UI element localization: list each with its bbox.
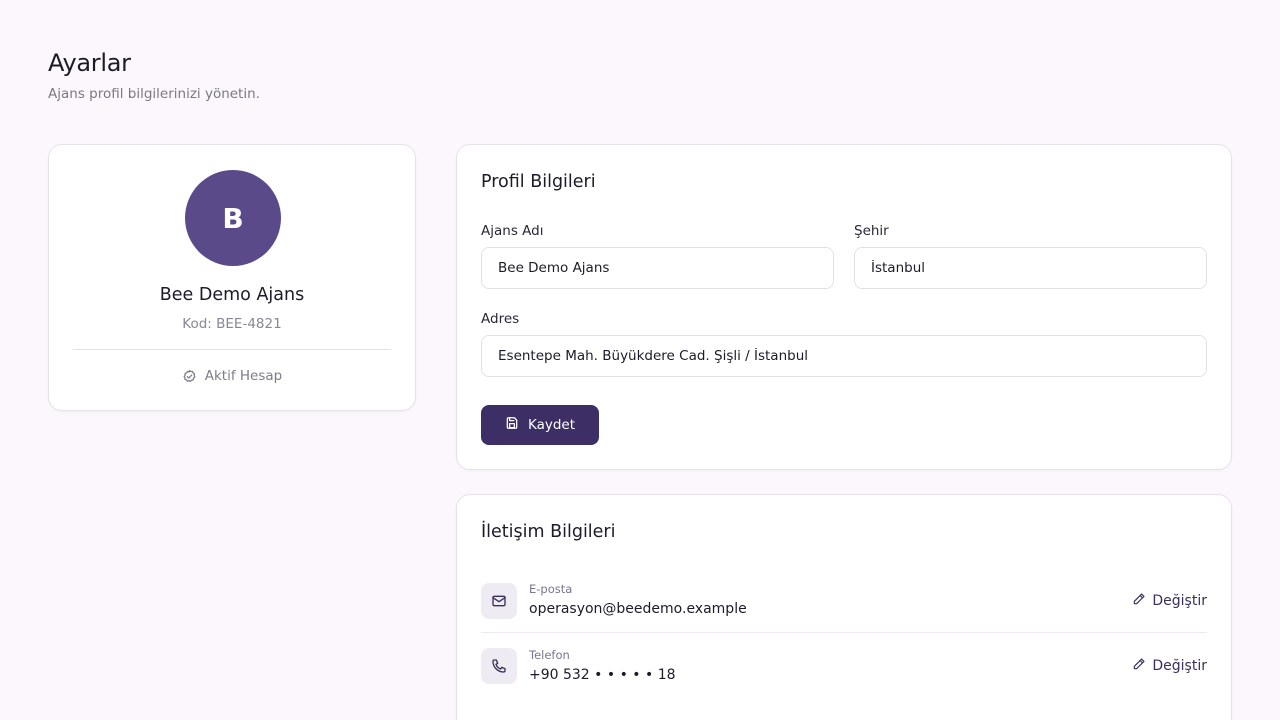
profile-info-card: Profil Bilgileri Ajans Adı Şehir Adres K… (456, 144, 1232, 470)
address-input[interactable] (481, 335, 1207, 377)
save-icon (505, 416, 519, 434)
pencil-icon (1132, 592, 1146, 610)
agency-name-input[interactable] (481, 247, 834, 289)
address-label: Adres (481, 311, 520, 327)
save-button-label: Kaydet (527, 417, 576, 433)
email-value: operasyon@beedemo.example (529, 601, 747, 617)
profile-code: Kod: BEE-4821 (182, 316, 282, 332)
mail-icon (481, 582, 517, 619)
save-button[interactable]: Kaydet (481, 405, 599, 445)
change-phone-button[interactable]: Değiştir (1132, 657, 1207, 675)
profile-summary-card: B Bee Demo Ajans Kod: BEE-4821 Aktif Hes… (48, 144, 416, 411)
account-status-label: Aktif Hesap (204, 368, 283, 384)
change-email-label: Değiştir (1152, 592, 1207, 609)
contact-info-title: İletişim Bilgileri (481, 522, 616, 542)
page-title: Ayarlar (48, 49, 131, 77)
email-label: E-posta (529, 582, 573, 596)
change-phone-label: Değiştir (1152, 658, 1207, 674)
profile-name: Bee Demo Ajans (159, 285, 305, 305)
phone-row: Telefon +90 532 • • • • • 18 Değiştir (481, 634, 1207, 698)
pencil-icon (1132, 657, 1146, 675)
phone-value: +90 532 • • • • • 18 (529, 666, 676, 683)
avatar: B (185, 170, 281, 266)
change-email-button[interactable]: Değiştir (1132, 592, 1207, 610)
check-circle-icon (182, 369, 197, 384)
profile-info-title: Profil Bilgileri (481, 172, 596, 192)
divider (73, 349, 391, 350)
agency-name-label: Ajans Adı (481, 223, 544, 239)
page-subtitle: Ajans profil bilgilerinizi yönetin. (48, 86, 260, 102)
account-status: Aktif Hesap (49, 368, 415, 384)
email-row: E-posta operasyon@beedemo.example Değişt… (481, 569, 1207, 633)
city-label: Şehir (854, 223, 889, 239)
phone-icon (481, 648, 517, 684)
city-input[interactable] (854, 247, 1207, 289)
settings-page: Ayarlar Ajans profil bilgilerinizi yönet… (0, 0, 1280, 720)
contact-info-card: İletişim Bilgileri E-posta operasyon@bee… (456, 494, 1232, 720)
phone-label: Telefon (529, 647, 570, 662)
